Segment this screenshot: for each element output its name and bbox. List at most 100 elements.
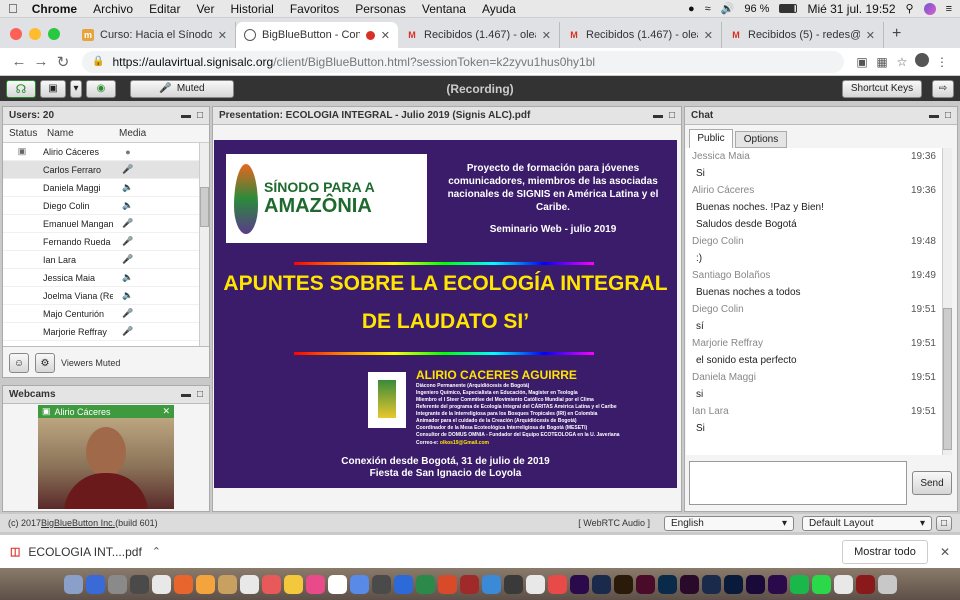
close-tab-icon[interactable]: ✕ — [381, 29, 390, 42]
dock-app-icon[interactable] — [195, 574, 215, 594]
headset-button[interactable]: ☊ — [6, 79, 36, 98]
siri-icon[interactable] — [923, 2, 936, 15]
back-icon[interactable]: ← — [8, 53, 30, 70]
chat-input[interactable] — [689, 461, 907, 505]
maximize-icon[interactable]: □ — [669, 110, 675, 121]
close-webcam-icon[interactable]: ✕ — [162, 406, 170, 417]
apple-icon[interactable]:  — [8, 1, 18, 16]
translate-icon[interactable]: ▦ — [872, 55, 892, 69]
url-field[interactable]: 🔒 https://aulavirtual.signisalc.org/clie… — [82, 50, 844, 73]
close-tab-icon[interactable]: ✕ — [866, 29, 875, 42]
share-desktop-button[interactable]: ◉ — [86, 79, 116, 98]
menu-ver[interactable]: Ver — [196, 2, 214, 16]
volume-icon[interactable]: 🔊 — [721, 2, 735, 15]
dock-app-icon[interactable] — [811, 574, 831, 594]
menu-personas[interactable]: Personas — [355, 2, 406, 16]
dock-app-icon[interactable] — [833, 574, 853, 594]
tab-public[interactable]: Public — [689, 129, 733, 148]
dock-app-icon[interactable] — [283, 574, 303, 594]
dock-app-icon[interactable] — [459, 574, 479, 594]
chat-scrollbar[interactable] — [942, 148, 952, 455]
tab-gmail-3[interactable]: M Recibidos (5) - redes@signi ✕ — [722, 22, 884, 48]
close-tab-icon[interactable]: ✕ — [704, 29, 713, 42]
layout-select[interactable]: Default Layout ▾ — [802, 515, 932, 531]
user-row[interactable]: Ian Lara 🎤 — [3, 251, 209, 269]
new-tab-button[interactable]: + — [892, 25, 901, 43]
wifi-icon[interactable]: ≈ — [705, 3, 711, 15]
close-download-bar-icon[interactable]: ✕ — [940, 545, 950, 559]
dock-app-icon[interactable] — [371, 574, 391, 594]
menu-list-icon[interactable]: ≡ — [946, 3, 952, 15]
creative-cloud-icon[interactable]: ● — [688, 3, 695, 15]
menu-favoritos[interactable]: Favoritos — [290, 2, 339, 16]
menu-editar[interactable]: Editar — [149, 2, 180, 16]
dock-app-icon[interactable] — [415, 574, 435, 594]
dock-app-icon[interactable] — [767, 574, 787, 594]
maximize-icon[interactable]: □ — [945, 110, 951, 121]
dock-app-icon[interactable] — [327, 574, 347, 594]
dock-app-icon[interactable] — [261, 574, 281, 594]
maximize-icon[interactable]: □ — [197, 389, 203, 400]
search-icon[interactable]: ⚲ — [906, 2, 914, 15]
webcam-button[interactable]: ▣ — [40, 79, 66, 98]
download-options-icon[interactable]: ⌃ — [152, 545, 161, 558]
dock-app-icon[interactable] — [85, 574, 105, 594]
col-name[interactable]: Name — [41, 128, 113, 139]
more-menu-icon[interactable]: ⋮ — [932, 55, 952, 69]
minimize-icon[interactable]: ▬ — [929, 110, 939, 121]
webcam-video[interactable]: ▣ Alirio Cáceres ✕ — [38, 405, 174, 509]
user-row[interactable]: Fernando Rueda 🎤 — [3, 233, 209, 251]
logout-button[interactable]: ⇨ — [932, 79, 954, 98]
minimize-window-button[interactable] — [29, 28, 41, 40]
close-tab-icon[interactable]: ✕ — [542, 29, 551, 42]
dock-app-icon[interactable] — [349, 574, 369, 594]
dock-app-icon[interactable] — [723, 574, 743, 594]
menu-ayuda[interactable]: Ayuda — [482, 2, 516, 16]
user-row[interactable]: Carlos Ferraro 🎤 — [3, 161, 209, 179]
dock-app-icon[interactable] — [129, 574, 149, 594]
minimize-icon[interactable]: ▬ — [181, 389, 191, 400]
dock-app-icon[interactable] — [701, 574, 721, 594]
language-select[interactable]: English ▾ — [664, 515, 794, 531]
dock-app-icon[interactable] — [789, 574, 809, 594]
clock[interactable]: Mié 31 jul. 19:52 — [807, 2, 895, 16]
dock-app-icon[interactable] — [173, 574, 193, 594]
send-button[interactable]: Send — [912, 471, 952, 495]
user-row[interactable]: Daniela Maggi 🔈 — [3, 179, 209, 197]
close-tab-icon[interactable]: ✕ — [218, 29, 227, 42]
dock-app-icon[interactable] — [107, 574, 127, 594]
dock-app-icon[interactable] — [503, 574, 523, 594]
col-status[interactable]: Status — [3, 128, 41, 139]
settings-button[interactable]: ⚙ — [35, 353, 55, 373]
profile-avatar[interactable] — [912, 53, 932, 70]
camera-permission-icon[interactable]: ▣ — [852, 55, 872, 69]
slide[interactable]: SÍNODO PARA A AMAZÔNIA Proyecto de forma… — [214, 140, 677, 488]
col-media[interactable]: Media — [113, 128, 173, 139]
user-row[interactable]: Diego Colin 🔈 — [3, 197, 209, 215]
zoom-window-button[interactable] — [48, 28, 60, 40]
dock-app-icon[interactable] — [437, 574, 457, 594]
dock-app-icon[interactable] — [393, 574, 413, 594]
close-window-button[interactable] — [10, 28, 22, 40]
dock-app-icon[interactable] — [481, 574, 501, 594]
show-all-button[interactable]: Mostrar todo — [841, 539, 928, 564]
menu-historial[interactable]: Historial — [230, 2, 273, 16]
dock-app-icon[interactable] — [569, 574, 589, 594]
user-row[interactable]: Joelma Viana (Rec 🔈 — [3, 287, 209, 305]
user-row[interactable]: Jessica Maia 🔈 — [3, 269, 209, 287]
shortcut-keys-button[interactable]: Shortcut Keys — [842, 79, 922, 98]
menu-app[interactable]: Chrome — [32, 2, 77, 16]
tab-bigbluebutton[interactable]: BigBlueButton - Confere ✕ — [236, 22, 398, 48]
dock-app-icon[interactable] — [525, 574, 545, 594]
reload-icon[interactable]: ↻ — [52, 53, 74, 71]
tab-curso[interactable]: m Curso: Hacia el Sínodo Pana ✕ — [74, 22, 236, 48]
menu-ventana[interactable]: Ventana — [422, 2, 466, 16]
dock-app-icon[interactable] — [151, 574, 171, 594]
download-file-name[interactable]: ECOLOGIA INT....pdf — [28, 545, 141, 559]
bbb-link[interactable]: BigBlueButton Inc. — [41, 518, 115, 528]
maximize-icon[interactable]: □ — [197, 110, 203, 121]
dock-app-icon[interactable] — [877, 574, 897, 594]
apply-layout-button[interactable]: □ — [936, 515, 952, 531]
dock-app-icon[interactable] — [855, 574, 875, 594]
user-row[interactable]: Emanuel Mangane 🎤 — [3, 215, 209, 233]
